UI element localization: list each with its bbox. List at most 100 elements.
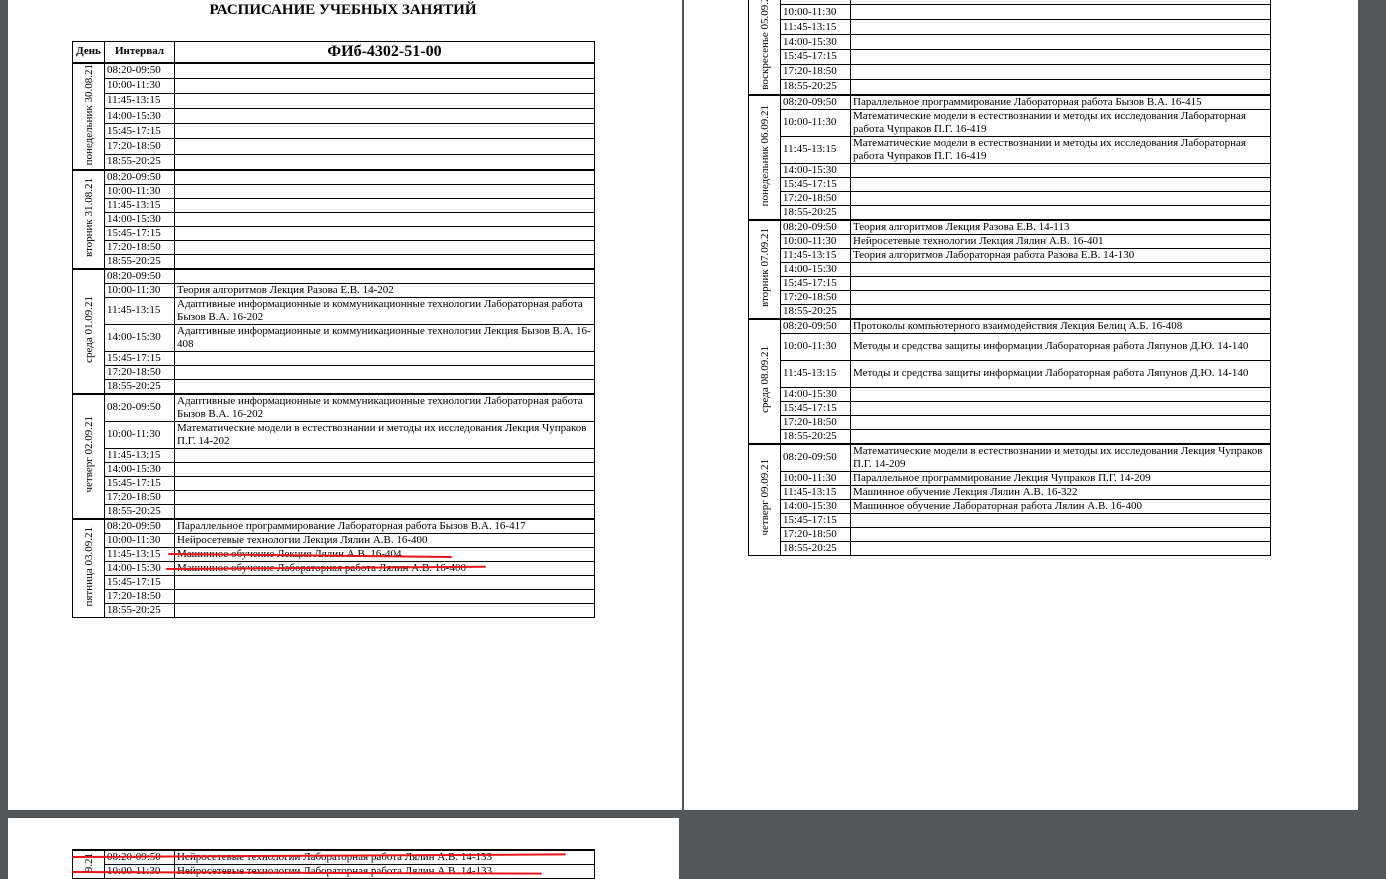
lesson-cell: Нейросетевые технологии Лекция Лялин А.В…: [174, 532, 595, 548]
lesson-cell: [850, 49, 1271, 65]
lesson-cell: Параллельное программирование Лабораторн…: [850, 93, 1271, 110]
schedule-row: пятница 03.09.21 08:20-09:50 Параллельное …: [72, 517, 595, 618]
lesson-cell: [174, 77, 595, 94]
document-title: РАСПИСАНИЕ УЧЕБНЫХ ЗАНЯТИЙ: [209, 2, 477, 18]
lesson-cell: [174, 153, 595, 171]
pdf-page-2: воскресенье 05.09.21 10:00-11:30 11:45-13:…: [684, 0, 1358, 810]
schedule-row: 14:00-15:30 Адаптивные информационные и к…: [73, 323, 595, 352]
schedule-row: 10:00-11:30 Математические модели в естес…: [749, 108, 1271, 137]
lesson-cell: [850, 162, 1271, 178]
schedule-row: 18:55-20:25: [73, 153, 595, 171]
time-cell: 11:45-13:15: [104, 546, 175, 562]
schedule-row: 11:45-13:15: [73, 92, 595, 110]
time-cell: 17:20-18:50: [104, 489, 175, 505]
time-cell: 10:00-11:30: [780, 470, 851, 486]
lesson-cell: [850, 261, 1271, 277]
time-cell: 10:00-11:30: [104, 532, 175, 548]
time-cell: 14:00-15:30: [104, 560, 175, 576]
time-cell: 18:55-20:25: [780, 78, 851, 96]
day-cell: четверг 09.09.21: [748, 442, 781, 556]
lesson-cell: Математические модели в естествознании и…: [850, 135, 1271, 164]
schedule-row: четверг 09.09.21 08:20-09:50 Математически…: [748, 442, 1271, 556]
time-cell: 11:45-13:15: [104, 447, 175, 463]
day-label: вторник 07.09.21: [758, 227, 771, 307]
time-cell: 15:45-17:15: [104, 475, 175, 491]
schedule-row: 11:45-13:15: [749, 19, 1271, 36]
lesson-cell: [850, 190, 1271, 206]
time-cell: 15:45-17:15: [780, 400, 851, 416]
time-cell: 08:20-09:50: [104, 168, 175, 185]
schedule-row: 15:45-17:15: [73, 123, 595, 140]
time-cell: 10:00-11:30: [780, 108, 851, 137]
schedule-row: 15:45-17:15: [73, 574, 595, 590]
time-cell: 17:20-18:50: [780, 289, 851, 305]
schedule-row: вторник 31.08.21 08:20-09:50: [72, 168, 595, 270]
lesson-cell: Нейросетевые технологии Лабораторная раб…: [174, 849, 595, 865]
schedule-row: 17:20-18:50: [73, 489, 595, 505]
schedule-table: воскресенье 05.09.21 10:00-11:30 11:45-13:…: [748, 0, 1271, 556]
lesson-cell: [174, 378, 595, 395]
schedule-row: 18:55-20:25: [749, 78, 1271, 96]
time-cell: 14:00-15:30: [780, 162, 851, 178]
time-cell: 11:45-13:15: [780, 247, 851, 263]
lesson-cell: [850, 204, 1271, 221]
schedule-row: 10:00-11:30 Параллельное программирование…: [749, 470, 1271, 486]
lesson-cell: [174, 503, 595, 520]
schedule-row: 18:55-20:25: [73, 602, 595, 618]
schedule-row: 10:00-11:30: [73, 183, 595, 199]
day-cell: понедельник 30.08.21: [72, 61, 105, 171]
lesson-cell: Нейросетевые технологии Лекция Лялин А.В…: [850, 233, 1271, 249]
header-interval: Интервал: [104, 41, 175, 63]
time-cell: 15:45-17:15: [104, 574, 175, 590]
lesson-cell: [174, 364, 595, 380]
schedule-row: 14:00-15:30: [749, 261, 1271, 277]
lesson-cell: [850, 428, 1271, 445]
time-cell: 15:45-17:15: [780, 275, 851, 291]
time-cell: 17:20-18:50: [104, 138, 175, 155]
day-label: понедельник 06.09.21: [758, 104, 771, 206]
time-cell: 08:20-09:50: [104, 61, 175, 79]
pdf-page-1: РАСПИСАНИЕ УЧЕБНЫХ ЗАНЯТИЙ День Интервал…: [8, 0, 682, 810]
schedule-row: 11:45-13:15 Математические модели в естес…: [749, 135, 1271, 164]
schedule-row: 17:20-18:50: [749, 190, 1271, 206]
schedule-row: 17:20-18:50: [749, 414, 1271, 430]
lesson-cell: [850, 512, 1271, 528]
lesson-cell: [174, 92, 595, 110]
time-cell: 14:00-15:30: [104, 323, 175, 352]
lesson-cell: [850, 289, 1271, 305]
day-label: четверг 09.09.21: [758, 459, 771, 536]
schedule-row: 18:55-20:25: [749, 428, 1271, 445]
schedule-row: 17:20-18:50: [73, 588, 595, 604]
time-cell: 15:45-17:15: [780, 176, 851, 192]
lesson-cell: [850, 540, 1271, 556]
lesson-cell: [174, 61, 595, 79]
day-label: понедельник 30.08.21: [82, 63, 95, 165]
schedule-row: 11:45-13:15: [73, 447, 595, 463]
lesson-cell: [174, 489, 595, 505]
schedule-row: 18:55-20:25: [73, 503, 595, 520]
header-group: ФИб-4302-51-00: [174, 41, 595, 63]
time-cell: 08:20-09:50: [780, 93, 851, 110]
time-cell: 14:00-15:30: [104, 461, 175, 477]
lesson-cell: Протоколы компьютерного взаимодействия Л…: [850, 317, 1271, 334]
time-cell: 11:45-13:15: [104, 296, 175, 325]
lesson-cell: [174, 183, 595, 199]
schedule-row: 14:00-15:30: [73, 108, 595, 125]
lesson-cell: Математические модели в естествознании и…: [174, 420, 595, 449]
time-cell: 18:55-20:25: [104, 503, 175, 520]
lesson-cell: [174, 461, 595, 477]
lesson-cell: [850, 4, 1271, 21]
lesson-cell: Методы и средства защиты информации Лабо…: [850, 359, 1271, 388]
schedule-row: 15:45-17:15: [749, 275, 1271, 291]
lesson-cell: Адаптивные информационные и коммуникацио…: [174, 323, 595, 352]
schedule-row: 15:45-17:15: [749, 49, 1271, 65]
lesson-cell: [174, 225, 595, 241]
lesson-cell: [174, 253, 595, 270]
header-day: День: [72, 41, 105, 63]
schedule-row: 14:00-15:30: [749, 34, 1271, 50]
time-cell: 15:45-17:15: [104, 225, 175, 241]
time-cell: 14:00-15:30: [780, 261, 851, 277]
time-cell: 17:20-18:50: [780, 190, 851, 206]
day-label: среда 01.09.21: [82, 295, 95, 363]
schedule-row: 11:45-13:15Машинное обучение Лекция Ляли…: [749, 484, 1271, 500]
